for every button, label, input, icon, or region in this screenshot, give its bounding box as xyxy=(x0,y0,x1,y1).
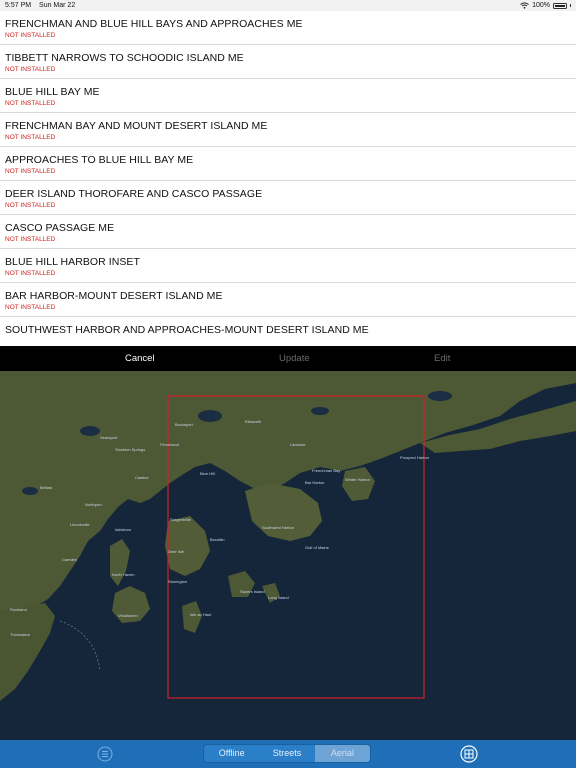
install-status: NOT INSTALLED xyxy=(5,168,56,175)
lake xyxy=(22,487,38,495)
list-item[interactable]: CASCO PASSAGE ME NOT INSTALLED xyxy=(0,215,576,249)
list-item[interactable]: BLUE HILL HARBOR INSET NOT INSTALLED xyxy=(0,249,576,283)
map-label: Ellsworth xyxy=(245,419,261,424)
list-item[interactable]: TIBBETT NARROWS TO SCHOODIC ISLAND ME NO… xyxy=(0,45,576,79)
map-label: Sargentville xyxy=(170,517,192,522)
status-date: Sun Mar 22 xyxy=(39,2,76,9)
status-bar: 5:57 PM Sun Mar 22 100% xyxy=(0,0,576,11)
battery-icon xyxy=(553,2,567,9)
chart-title: BLUE HILL BAY ME xyxy=(5,86,100,98)
update-button[interactable]: Update xyxy=(279,346,310,371)
map-label: Stockton Springs xyxy=(115,447,145,452)
chart-list[interactable]: FRENCHMAN AND BLUE HILL BAYS AND APPROAC… xyxy=(0,11,576,346)
list-item[interactable]: BAR HARBOR-MOUNT DESERT ISLAND ME NOT IN… xyxy=(0,283,576,317)
battery-tip xyxy=(570,4,571,7)
map-label: Lincolnville xyxy=(70,522,90,527)
chart-title: DEER ISLAND THOROFARE AND CASCO PASSAGE xyxy=(5,188,263,200)
map-label: Blue Hill xyxy=(200,471,215,476)
map-label: Lamoine xyxy=(290,442,306,447)
map-label: Winter Harbor xyxy=(345,477,371,482)
chart-title: APPROACHES TO BLUE HILL BAY ME xyxy=(5,154,194,166)
segment-offline[interactable]: Offline xyxy=(204,745,259,762)
map-label: Thomaston xyxy=(10,632,30,637)
list-item[interactable]: APPROACHES TO BLUE HILL BAY ME NOT INSTA… xyxy=(0,147,576,181)
list-item[interactable]: SOUTHWEST HARBOR AND APPROACHES-MOUNT DE… xyxy=(0,317,576,346)
map-label: Vinalhaven xyxy=(118,613,138,618)
chart-title: BAR HARBOR-MOUNT DESERT ISLAND ME xyxy=(5,290,223,302)
install-status: NOT INSTALLED xyxy=(5,134,56,141)
chart-title: TIBBETT NARROWS TO SCHOODIC ISLAND ME xyxy=(5,52,244,64)
chart-title: FRENCHMAN BAY AND MOUNT DESERT ISLAND ME xyxy=(5,120,268,132)
map-label: Searsport xyxy=(100,435,118,440)
list-item[interactable]: FRENCHMAN BAY AND MOUNT DESERT ISLAND ME… xyxy=(0,113,576,147)
battery-percent: 100% xyxy=(532,2,550,9)
aerial-map[interactable]: Frenchman Bay Bar Harbor Southwest Harbo… xyxy=(0,371,576,740)
map-label: Rockland xyxy=(10,607,27,612)
chart-title: CASCO PASSAGE ME xyxy=(5,222,115,234)
install-status: NOT INSTALLED xyxy=(5,236,56,243)
map-label: North Haven xyxy=(112,572,134,577)
map-label: Isle au Haut xyxy=(190,612,212,617)
map-type-segmented-control[interactable]: Offline Streets Aerial xyxy=(203,744,371,763)
segment-streets[interactable]: Streets xyxy=(259,745,314,762)
map-label: Frenchman Bay xyxy=(312,468,340,473)
lake xyxy=(311,407,329,415)
install-status: NOT INSTALLED xyxy=(5,202,56,209)
lake xyxy=(428,391,452,401)
install-status: NOT INSTALLED xyxy=(5,270,56,277)
lake xyxy=(80,426,100,436)
grid-icon[interactable] xyxy=(460,745,478,763)
map-label: Deer Isle xyxy=(168,549,185,554)
wifi-icon xyxy=(520,2,529,9)
map-label: Penobscot xyxy=(160,442,180,447)
status-right: 100% xyxy=(520,0,571,11)
map-label: Brooklin xyxy=(210,537,224,542)
map-label: Gulf of Maine xyxy=(305,545,330,550)
install-status: NOT INSTALLED xyxy=(5,100,56,107)
chart-title: FRENCHMAN AND BLUE HILL BAYS AND APPROAC… xyxy=(5,18,303,30)
status-time: 5:57 PM xyxy=(5,2,32,9)
chart-title: SOUTHWEST HARBOR AND APPROACHES-MOUNT DE… xyxy=(5,324,369,336)
list-item[interactable]: DEER ISLAND THOROFARE AND CASCO PASSAGE … xyxy=(0,181,576,215)
chart-title: BLUE HILL HARBOR INSET xyxy=(5,256,140,268)
bottom-toolbar: Offline Streets Aerial xyxy=(0,740,576,768)
map-canvas[interactable]: Frenchman Bay Bar Harbor Southwest Harbo… xyxy=(0,371,576,740)
map-label: Northport xyxy=(85,502,103,507)
install-status: NOT INSTALLED xyxy=(5,304,56,311)
cancel-button[interactable]: Cancel xyxy=(125,346,155,371)
edit-button[interactable]: Edit xyxy=(434,346,450,371)
map-label: Swan's Island xyxy=(240,589,265,594)
segment-aerial[interactable]: Aerial xyxy=(314,745,370,762)
status-left: 5:57 PM Sun Mar 22 xyxy=(5,0,81,11)
list-item[interactable]: BLUE HILL BAY ME NOT INSTALLED xyxy=(0,79,576,113)
menu-icon[interactable] xyxy=(97,746,113,762)
map-label: Camden xyxy=(62,557,77,562)
map-label: Southwest Harbor xyxy=(262,525,295,530)
action-bar: Cancel Update Edit xyxy=(0,346,576,371)
install-status: NOT INSTALLED xyxy=(5,32,56,39)
map-label: Belfast xyxy=(40,485,53,490)
install-status: NOT INSTALLED xyxy=(5,66,56,73)
map-label: Castine xyxy=(135,475,149,480)
map-label: Stonington xyxy=(168,579,187,584)
map-label: Prospect Harbor xyxy=(400,455,430,460)
map-label: Islesboro xyxy=(115,527,132,532)
map-label: Bar Harbor xyxy=(305,480,325,485)
list-item[interactable]: FRENCHMAN AND BLUE HILL BAYS AND APPROAC… xyxy=(0,11,576,45)
lake xyxy=(198,410,222,422)
map-label: Long Island xyxy=(268,595,289,600)
map-label: Bucksport xyxy=(175,422,194,427)
